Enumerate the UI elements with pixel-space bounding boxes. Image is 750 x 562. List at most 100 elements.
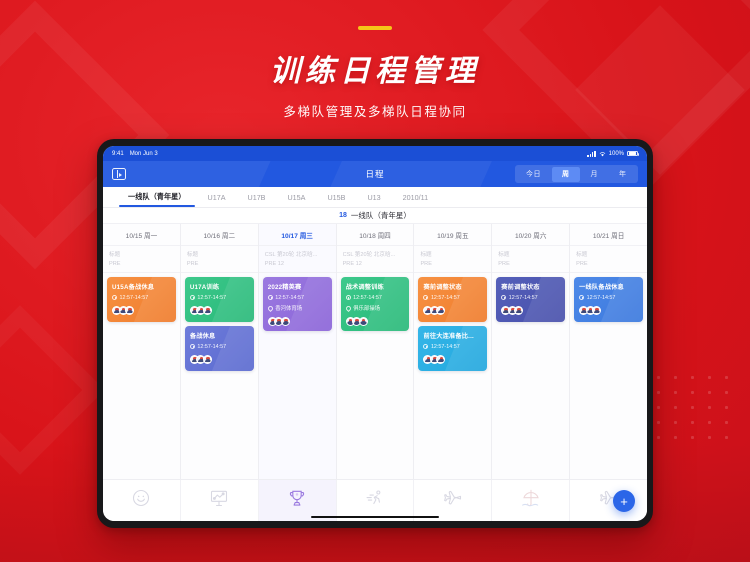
day-column[interactable]: 10/20 周六 标题 PRE 赛前调整状态 12:57-14:57 — [492, 224, 571, 479]
day-meta: 标题 PRE — [180, 246, 258, 273]
clock-icon — [112, 295, 117, 300]
avatar — [202, 354, 212, 364]
day-meta-sub: PRE — [109, 261, 121, 267]
segment-year[interactable]: 年 — [609, 167, 637, 182]
day-column[interactable]: 10/18 周四 CSL 第20轮 北京晗... PRE 12 战术调整训练 12:57… — [336, 224, 415, 479]
poster-header: 训练日程管理 多梯队管理及多梯队日程协同 — [0, 0, 750, 120]
team-member-count: 18 — [339, 212, 347, 219]
day-column[interactable]: 10/15 周一 标题 PRE U15A备战休息 12:57-14:57 — [103, 224, 181, 479]
event-card[interactable]: U17A训练 12:57-14:57 — [184, 277, 254, 322]
tab-2010-11[interactable]: 2010/11 — [392, 188, 439, 207]
day-events: 赛前调整状态 12:57-14:57 — [492, 273, 569, 479]
event-card[interactable]: 战术调整训练 12:57-14:57 俱乐部操场 — [340, 277, 410, 331]
team-tab-bar[interactable]: 一线队（青年星） U17A U17B U15A U15B U13 2010/11 — [103, 187, 647, 208]
day-meta: 标题 PRE — [103, 246, 180, 273]
day-events: 2022精英赛 12:57-14:57 香河体育场 — [259, 273, 336, 479]
clock-icon — [189, 295, 195, 300]
day-column[interactable]: 10/21 周日 标题 PRE 一线队备战休息 12:57-14:57 — [570, 224, 647, 479]
icon-cell-beach-umbrella[interactable] — [492, 480, 571, 521]
tab-u17b[interactable]: U17B — [237, 188, 277, 207]
event-card[interactable]: 备战休息 12:57-14:57 — [184, 326, 254, 371]
event-title: 战术调整训练 — [345, 284, 384, 291]
add-event-fab[interactable]: + — [613, 490, 635, 512]
tab-u15b[interactable]: U15B — [316, 188, 356, 207]
event-time: 12:57-14:57 — [119, 294, 149, 301]
day-meta: 标题 PRE — [492, 246, 570, 273]
event-place: 香河体育场 — [275, 306, 303, 312]
tab-u15a[interactable]: U15A — [276, 188, 316, 207]
day-meta-sub: PRE — [186, 261, 199, 267]
airplane-icon — [443, 488, 463, 513]
day-events: U17A训练 12:57-14:57 备战休息 12:57-14:57 — [181, 273, 258, 479]
event-time-row: 12:57-14:57 — [112, 295, 171, 301]
participant-avatars — [112, 305, 171, 315]
participant-avatars — [189, 354, 249, 364]
tab-u13[interactable]: U13 — [356, 188, 391, 207]
day-events: 赛前调整状态 12:57-14:57 前往大连准备比... 12:57-14:57 — [414, 273, 491, 479]
event-card[interactable]: 赛前调整状态 12:57-14:57 — [496, 277, 566, 322]
status-bar-left: 9:41 Mon Jun 3 — [112, 151, 158, 157]
day-column[interactable]: 10/17 周三 CSL 第20轮 北京晗... PRE 12 2022精英赛 12:5… — [258, 224, 337, 479]
participant-avatars — [267, 317, 327, 326]
event-time: 12:57-14:57 — [197, 343, 227, 350]
selected-team-summary: 18 一线队（青年星） — [103, 208, 647, 224]
segment-month[interactable]: 月 — [581, 167, 609, 182]
event-time-row: 12:57-14:57 — [501, 295, 560, 301]
app-nav-bar: 日程 今日 周 月 年 — [103, 161, 647, 187]
accent-bar — [358, 26, 392, 30]
event-time-row: 12:57-14:57 — [423, 295, 482, 301]
avatar — [592, 305, 602, 315]
icon-cell-tactics-board[interactable] — [181, 480, 259, 521]
clock-icon — [189, 344, 195, 349]
day-meta-title: 标题 — [420, 252, 432, 258]
event-time-row: 12:57-14:57 — [189, 294, 249, 301]
day-header-date: 10/19 周五 — [414, 224, 492, 246]
event-time: 12:57-14:57 — [508, 294, 538, 301]
tab-u17a[interactable]: U17A — [197, 188, 237, 207]
event-card[interactable]: 2022精英赛 12:57-14:57 香河体育场 — [262, 277, 332, 331]
running-icon — [365, 488, 385, 513]
event-time: 12:57-14:57 — [586, 294, 616, 301]
day-meta: 标题 PRE — [570, 246, 647, 273]
event-time: 12:57-14:57 — [197, 294, 227, 301]
day-header-date: 10/20 周六 — [492, 224, 570, 246]
day-column[interactable]: 10/16 周二 标题 PRE U17A训练 12:57-14:57 备战休息 12:57-… — [180, 224, 259, 479]
week-calendar-grid: 10/15 周一 标题 PRE U15A备战休息 12:57-14:57 10/16 周二… — [103, 224, 647, 479]
day-meta-sub: PRE — [420, 261, 432, 267]
beach-umbrella-icon — [521, 488, 541, 513]
view-mode-segmented-control[interactable]: 今日 周 月 年 — [514, 165, 638, 183]
status-time: 9:41 — [112, 150, 124, 157]
tablet-screen: 9:41 Mon Jun 3 100% 日程 今日 周 月 年 一线队（青年星）… — [103, 146, 647, 521]
status-bar-right: 100% — [587, 150, 639, 157]
event-place-row: 俱乐部操场 — [344, 304, 405, 312]
event-card[interactable]: 前往大连准备比... 12:57-14:57 — [418, 326, 488, 371]
location-pin-icon — [266, 304, 274, 312]
page-subtitle: 多梯队管理及多梯队日程协同 — [283, 105, 467, 119]
day-header-date: 10/16 周二 — [180, 224, 258, 246]
event-title: 赛前调整状态 — [501, 284, 540, 291]
segment-week[interactable]: 周 — [552, 166, 580, 182]
day-meta-title: 标题 — [498, 252, 510, 258]
event-card[interactable]: 一线队备战休息 12:57-14:57 — [574, 277, 644, 322]
day-events: 战术调整训练 12:57-14:57 俱乐部操场 — [337, 273, 414, 479]
day-meta-sub: PRE 12 — [342, 261, 362, 267]
event-time-row: 12:57-14:57 — [345, 295, 405, 301]
sidebar-toggle-icon[interactable] — [112, 168, 126, 180]
day-header-date: 10/17 周三 — [258, 224, 336, 246]
event-card[interactable]: U15A备战休息 12:57-14:57 — [107, 277, 176, 322]
participant-avatars — [423, 305, 482, 315]
event-card[interactable]: 赛前调整状态 12:57-14:57 — [418, 277, 488, 322]
avatar — [514, 305, 524, 315]
event-title: U15A备战休息 — [112, 284, 155, 291]
day-meta-sub: PRE — [576, 261, 588, 267]
day-header-date: 10/18 周四 — [336, 224, 414, 246]
segment-today[interactable]: 今日 — [516, 167, 551, 182]
status-bar: 9:41 Mon Jun 3 100% — [103, 146, 647, 161]
signal-icon — [587, 150, 596, 157]
tab-first-team[interactable]: 一线队（青年星） — [117, 187, 197, 207]
clock-icon — [579, 295, 585, 300]
icon-cell-rest-smiley[interactable] — [103, 480, 181, 521]
day-column[interactable]: 10/19 周五标题 PRE 赛前调整状态 12:57-14:57 前往大连准备比...… — [414, 224, 493, 479]
day-header-date: 10/21 周日 — [570, 224, 647, 246]
icon-cell-airplane[interactable] — [570, 480, 647, 521]
